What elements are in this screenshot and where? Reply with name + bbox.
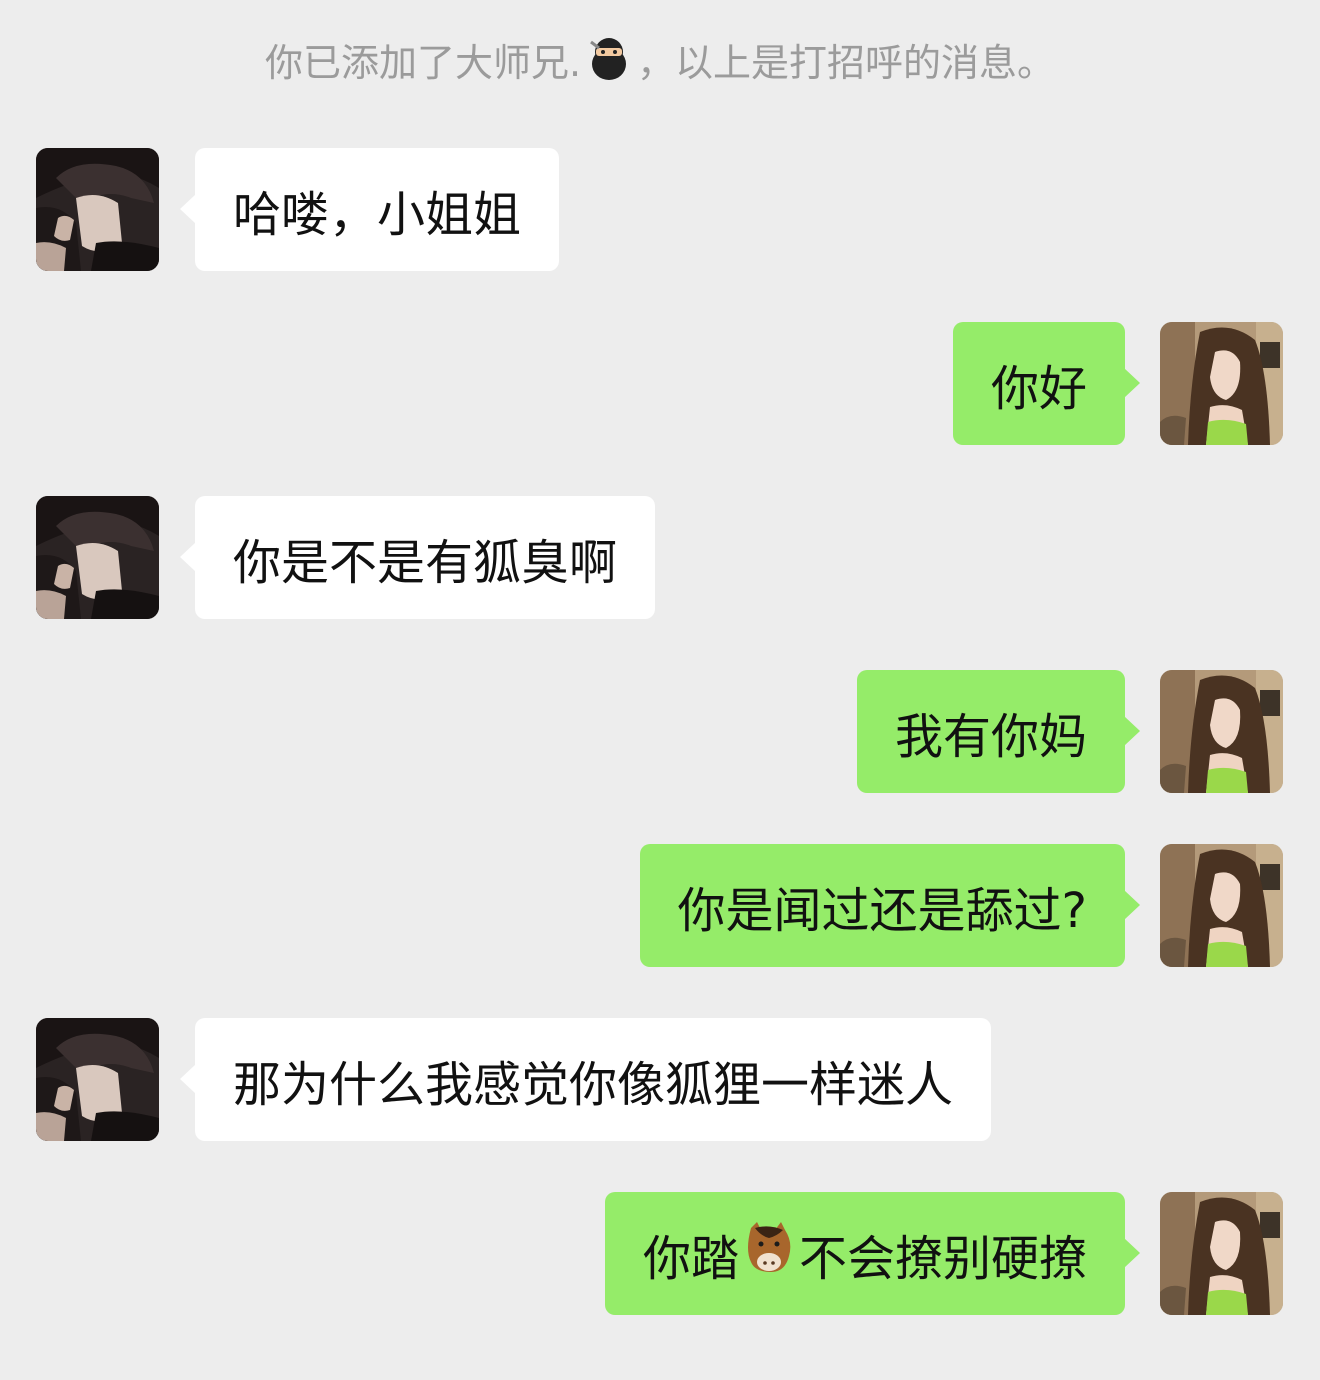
- system-notice-text-before: 你已添加了大师兄.: [264, 41, 582, 85]
- my-avatar[interactable]: [1160, 322, 1283, 445]
- message-text: 你好: [990, 360, 1087, 417]
- horse-face-icon: [741, 1221, 797, 1286]
- message-text-before: 你踏: [642, 1230, 739, 1287]
- message-bubble-outgoing[interactable]: 你踏 不会撩别硬撩: [604, 1192, 1141, 1315]
- message-bubble-outgoing[interactable]: 你好: [952, 322, 1141, 445]
- system-notice-text-after: ，以上是打招呼的消息。: [637, 41, 1056, 85]
- contact-avatar[interactable]: [36, 148, 159, 271]
- message-bubble-incoming[interactable]: 哈喽，小姐姐: [179, 148, 560, 271]
- message-text: 我有你妈: [894, 708, 1087, 765]
- message-bubble-outgoing[interactable]: 你是闻过还是舔过?: [639, 844, 1141, 967]
- message-bubble-incoming[interactable]: 那为什么我感觉你像狐狸一样迷人: [179, 1018, 992, 1141]
- message-bubble-incoming[interactable]: 你是不是有狐臭啊: [179, 496, 656, 619]
- my-avatar[interactable]: [1160, 1192, 1283, 1315]
- message-bubble-outgoing[interactable]: 我有你妈: [856, 670, 1141, 793]
- system-notice: 你已添加了大师兄. ，以上是打招呼的消息。: [0, 34, 1320, 97]
- contact-avatar[interactable]: [36, 496, 159, 619]
- ninja-icon: [585, 34, 633, 97]
- message-text: 哈喽，小姐姐: [233, 186, 522, 243]
- message-text: 那为什么我感觉你像狐狸一样迷人: [233, 1056, 954, 1113]
- my-avatar[interactable]: [1160, 844, 1283, 967]
- message-text: 你是不是有狐臭啊: [233, 534, 618, 591]
- message-text-after: 不会撩别硬撩: [798, 1230, 1087, 1287]
- my-avatar[interactable]: [1160, 670, 1283, 793]
- contact-avatar[interactable]: [36, 1018, 159, 1141]
- message-text: 你是闻过还是舔过?: [677, 882, 1087, 939]
